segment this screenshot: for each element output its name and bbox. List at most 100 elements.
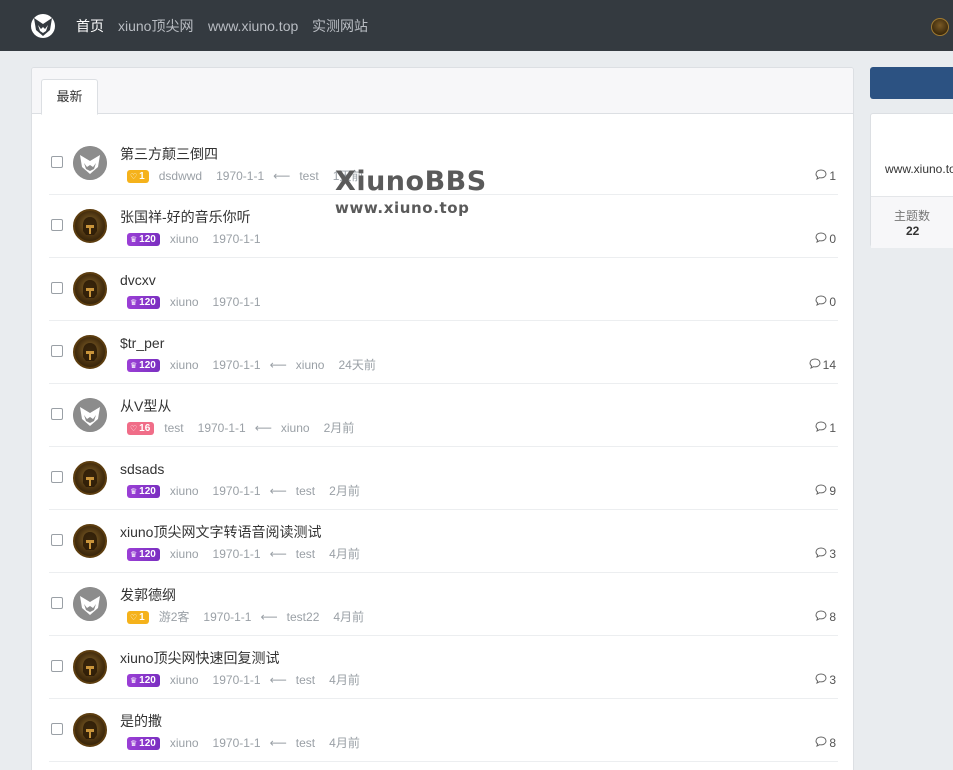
thread-author[interactable]: xiuno <box>170 295 199 309</box>
author-avatar[interactable] <box>73 524 107 558</box>
author-avatar[interactable] <box>73 461 107 495</box>
author-avatar[interactable] <box>73 650 107 684</box>
thread-date: 1970-1-1 <box>212 736 261 750</box>
reply-count-value: 8 <box>829 736 836 750</box>
thread-author[interactable]: 游2客 <box>159 610 190 624</box>
thread-row[interactable]: sdsads ♛ 120 xiuno 1970-1-1 ⟵ test 2月前 9 <box>49 447 838 510</box>
thread-title[interactable]: dvcxv <box>120 271 156 289</box>
thread-row[interactable]: 第三方颠三倒四 ♡ 1 dsdwwd 1970-1-1 ⟵ test 1天前 1 <box>49 132 838 195</box>
comment-icon <box>815 169 829 183</box>
thread-title[interactable]: $tr_per <box>120 334 164 352</box>
thread-row[interactable]: dvcxv ♛ 120 xiuno 1970-1-1 0 <box>49 258 838 321</box>
last-reply-user[interactable]: xiuno <box>296 358 325 372</box>
author-avatar[interactable] <box>73 398 107 432</box>
thread-date: 1970-1-1 <box>212 484 261 498</box>
author-avatar[interactable] <box>73 335 107 369</box>
author-avatar[interactable] <box>73 272 107 306</box>
arrow-left-icon: ⟵ <box>273 169 291 183</box>
thread-author[interactable]: xiuno <box>170 358 199 372</box>
thread-meta: ♛ 120 xiuno 1970-1-1 <box>127 232 261 246</box>
thread-select-checkbox[interactable] <box>51 534 63 546</box>
last-reply-time: 1天前 <box>332 169 364 183</box>
thread-author[interactable]: xiuno <box>170 673 199 687</box>
author-avatar[interactable] <box>73 587 107 621</box>
thread-title[interactable]: 张国祥-好的音乐你听 <box>120 208 251 226</box>
user-level-badge: ♡ 16 <box>127 421 155 435</box>
thread-meta: ♛ 120 xiuno 1970-1-1 ⟵ test 4月前 <box>127 547 360 561</box>
thread-row[interactable]: 发郭德纲 ♡ 1 游2客 1970-1-1 ⟵ test22 4月前 8 <box>49 573 838 636</box>
thread-meta: ♛ 120 xiuno 1970-1-1 ⟵ test 4月前 <box>127 673 360 687</box>
author-avatar[interactable] <box>73 713 107 747</box>
thread-select-checkbox[interactable] <box>51 660 63 672</box>
last-reply-user[interactable]: test <box>296 736 315 750</box>
thread-row[interactable]: xiuno顶尖网快速回复测试 ♛ 120 xiuno 1970-1-1 ⟵ test 4月前 3 <box>49 636 838 699</box>
reply-count-value: 1 <box>829 421 836 435</box>
level-value: 120 <box>139 674 156 686</box>
thread-row[interactable]: xiuno顶尖网文字转语音阅读测试 ♛ 120 xiuno 1970-1-1 ⟵ test 4… <box>49 510 838 573</box>
thread-title[interactable]: 是的撒 <box>120 712 162 730</box>
thread-meta: ♛ 120 xiuno 1970-1-1 ⟵ xiuno 24天前 <box>127 358 376 372</box>
nav-link-home[interactable]: 首页 <box>76 17 104 35</box>
thread-row[interactable]: 从V型从 ♡ 16 test 1970-1-1 ⟵ xiuno 2月前 1 <box>49 384 838 447</box>
thread-date: 1970-1-1 <box>216 169 265 183</box>
thread-meta: ♡ 16 test 1970-1-1 ⟵ xiuno 2月前 <box>127 421 354 435</box>
thread-select-checkbox[interactable] <box>51 282 63 294</box>
reply-count-value: 1 <box>829 169 836 183</box>
thread-row[interactable]: 是的撒 ♛ 120 xiuno 1970-1-1 ⟵ test 4月前 8 <box>49 699 838 762</box>
new-thread-button[interactable] <box>870 67 953 99</box>
tab-latest[interactable]: 最新 <box>41 79 98 115</box>
thread-row[interactable]: $tr_per ♛ 120 xiuno 1970-1-1 ⟵ xiuno 24天前 14 <box>49 321 838 384</box>
site-url: www.xiuno.to <box>885 162 953 176</box>
reply-count-value: 3 <box>829 673 836 687</box>
thread-select-checkbox[interactable] <box>51 597 63 609</box>
last-reply-user[interactable]: test <box>296 547 315 561</box>
thread-select-checkbox[interactable] <box>51 723 63 735</box>
thread-title[interactable]: xiuno顶尖网快速回复测试 <box>120 649 279 667</box>
thread-author[interactable]: xiuno <box>170 232 199 246</box>
thread-title[interactable]: xiuno顶尖网文字转语音阅读测试 <box>120 523 321 541</box>
user-avatar[interactable] <box>931 18 949 36</box>
thread-author[interactable]: xiuno <box>170 484 199 498</box>
thread-select-checkbox[interactable] <box>51 345 63 357</box>
arrow-left-icon: ⟵ <box>269 736 287 750</box>
site-stats: 主题数 22 <box>871 196 953 248</box>
author-avatar[interactable] <box>73 146 107 180</box>
nav-link-site[interactable]: www.xiuno.top <box>208 17 298 35</box>
user-level-badge: ♡ 1 <box>127 610 149 624</box>
site-logo-icon[interactable] <box>30 12 56 40</box>
comment-icon <box>809 358 823 372</box>
thread-row[interactable]: 张国祥-好的音乐你听 ♛ 120 xiuno 1970-1-1 0 <box>49 195 838 258</box>
reply-count-value: 3 <box>829 547 836 561</box>
nav-link-test-site[interactable]: 实测网站 <box>312 17 368 35</box>
heart-icon: ♡ <box>130 171 138 181</box>
crown-icon: ♛ <box>130 549 138 559</box>
last-reply-user[interactable]: test <box>299 169 318 183</box>
thread-author[interactable]: xiuno <box>170 736 199 750</box>
thread-count-value: 22 <box>906 224 920 238</box>
last-reply-user[interactable]: xiuno <box>281 421 310 435</box>
thread-date: 1970-1-1 <box>212 358 261 372</box>
thread-title[interactable]: 第三方颠三倒四 <box>120 145 218 163</box>
thread-title[interactable]: 发郭德纲 <box>120 586 176 604</box>
thread-select-checkbox[interactable] <box>51 156 63 168</box>
reply-count: 1 <box>815 421 836 435</box>
comment-icon <box>815 421 829 435</box>
thread-author[interactable]: dsdwwd <box>159 169 202 183</box>
comment-icon <box>815 547 829 561</box>
last-reply-user[interactable]: test <box>296 484 315 498</box>
thread-select-checkbox[interactable] <box>51 471 63 483</box>
nav-link-xiuno[interactable]: xiuno顶尖网 <box>118 17 193 35</box>
author-avatar[interactable] <box>73 209 107 243</box>
last-reply-user[interactable]: test <box>296 673 315 687</box>
reply-count: 9 <box>815 484 836 498</box>
thread-title[interactable]: 从V型从 <box>120 397 171 415</box>
thread-select-checkbox[interactable] <box>51 408 63 420</box>
last-reply-user[interactable]: test22 <box>287 610 320 624</box>
crown-icon: ♛ <box>130 234 138 244</box>
thread-date: 1970-1-1 <box>212 295 261 309</box>
level-value: 16 <box>139 422 151 434</box>
thread-author[interactable]: xiuno <box>170 547 199 561</box>
thread-author[interactable]: test <box>164 421 183 435</box>
thread-title[interactable]: sdsads <box>120 460 164 478</box>
thread-select-checkbox[interactable] <box>51 219 63 231</box>
